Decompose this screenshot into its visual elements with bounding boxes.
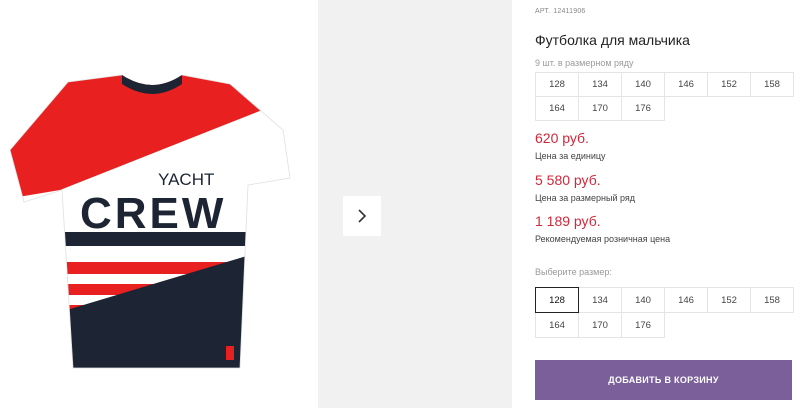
size-option[interactable]: 158 — [750, 287, 794, 313]
add-to-cart-button[interactable]: ДОБАВИТЬ В КОРЗИНУ — [535, 360, 792, 400]
size-option[interactable]: 146 — [664, 287, 708, 313]
size-row-grid: 128 134 140 146 152 158 164 170 176 — [535, 72, 794, 121]
size-option[interactable]: 176 — [621, 312, 665, 338]
size-option[interactable]: 152 — [707, 287, 751, 313]
size-row-cell: 134 — [578, 72, 622, 97]
sku-value: 12411906 — [553, 8, 586, 15]
product-gallery: YACHT CREW — [0, 0, 512, 408]
row-price-label: Цена за размерный ряд — [535, 193, 636, 203]
product-image[interactable]: YACHT CREW — [0, 0, 300, 408]
size-row-cell: 140 — [621, 72, 665, 97]
unit-price: 620 руб. — [535, 130, 589, 146]
size-row-cell: 170 — [578, 96, 622, 121]
size-row-cell: 176 — [621, 96, 665, 121]
size-row-cell: 128 — [535, 72, 579, 97]
size-row-cell: 158 — [750, 72, 794, 97]
graphic-crew-text: CREW — [80, 189, 226, 238]
retail-price: 1 189 руб. — [535, 213, 601, 229]
retail-price-label: Рекомендуемая розничная цена — [535, 234, 671, 244]
product-info: АРТ. 12411906 Футболка для мальчика 9 шт.… — [535, 0, 795, 408]
sku-label: АРТ. — [535, 8, 551, 15]
graphic-yacht-text: YACHT — [158, 170, 214, 189]
next-image-button[interactable] — [343, 196, 381, 236]
sku: АРТ. 12411906 — [535, 8, 589, 15]
tshirt-illustration: YACHT CREW — [9, 74, 291, 369]
product-title: Футболка для мальчика — [535, 32, 690, 48]
size-option[interactable]: 134 — [578, 287, 622, 313]
size-option[interactable]: 140 — [621, 287, 665, 313]
row-price: 5 580 руб. — [535, 172, 601, 188]
unit-price-label: Цена за единицу — [535, 151, 606, 161]
size-option[interactable]: 170 — [578, 312, 622, 338]
size-option-selected[interactable]: 128 — [535, 287, 579, 313]
size-row-cell: 152 — [707, 72, 751, 97]
size-row-caption: 9 шт. в размерном ряду — [535, 58, 634, 68]
size-picker-label: Выберите размер: — [535, 267, 612, 277]
size-row-cell: 146 — [664, 72, 708, 97]
sleeve-tag — [226, 346, 234, 360]
size-row-cell: 164 — [535, 96, 579, 121]
size-option[interactable]: 164 — [535, 312, 579, 338]
chevron-right-icon — [358, 209, 367, 223]
size-picker-grid: 128 134 140 146 152 158 164 170 176 — [535, 287, 794, 338]
